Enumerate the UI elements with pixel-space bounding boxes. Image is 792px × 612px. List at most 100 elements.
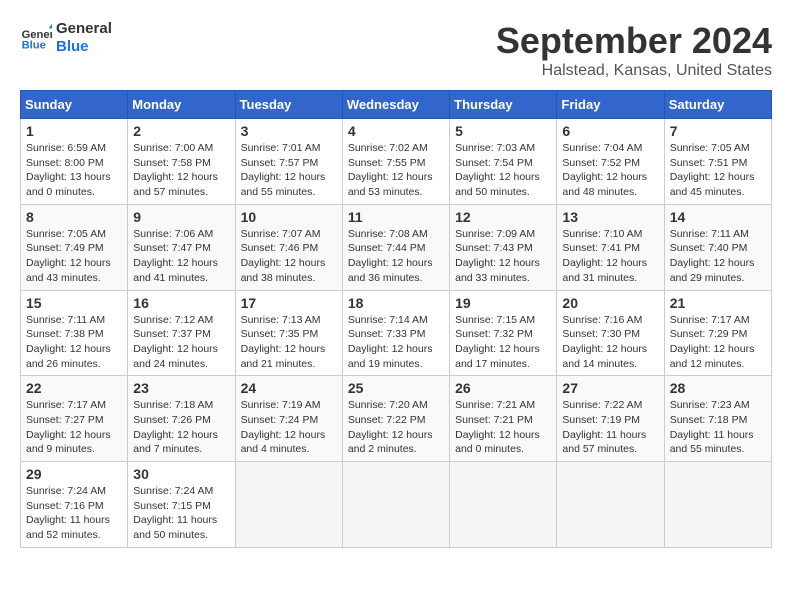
day-number: 4: [348, 123, 444, 139]
day-info: Sunrise: 7:07 AM Sunset: 7:46 PM Dayligh…: [241, 227, 337, 286]
day-info: Sunrise: 7:05 AM Sunset: 7:51 PM Dayligh…: [670, 141, 766, 200]
weekday-header-thursday: Thursday: [450, 91, 557, 119]
day-number: 18: [348, 295, 444, 311]
day-number: 12: [455, 209, 551, 225]
logo-icon: General Blue: [20, 22, 52, 54]
day-info: Sunrise: 7:08 AM Sunset: 7:44 PM Dayligh…: [348, 227, 444, 286]
day-number: 22: [26, 380, 122, 396]
day-number: 13: [562, 209, 658, 225]
calendar-cell: 22 Sunrise: 7:17 AM Sunset: 7:27 PM Dayli…: [21, 376, 128, 462]
day-number: 5: [455, 123, 551, 139]
day-number: 11: [348, 209, 444, 225]
weekday-header-row: SundayMondayTuesdayWednesdayThursdayFrid…: [21, 91, 772, 119]
calendar-cell: 13 Sunrise: 7:10 AM Sunset: 7:41 PM Dayli…: [557, 204, 664, 290]
calendar-cell: 28Sunrise: 7:23 AM Sunset: 7:18 PM Dayli…: [664, 376, 771, 462]
calendar-cell: 20 Sunrise: 7:16 AM Sunset: 7:30 PM Dayli…: [557, 290, 664, 376]
day-number: 6: [562, 123, 658, 139]
day-info: Sunrise: 7:17 AM Sunset: 7:29 PM Dayligh…: [670, 313, 766, 372]
day-info: Sunrise: 7:02 AM Sunset: 7:55 PM Dayligh…: [348, 141, 444, 200]
calendar-cell: 3 Sunrise: 7:01 AM Sunset: 7:57 PM Daylig…: [235, 119, 342, 205]
calendar-cell: 4 Sunrise: 7:02 AM Sunset: 7:55 PM Daylig…: [342, 119, 449, 205]
day-info: Sunrise: 7:06 AM Sunset: 7:47 PM Dayligh…: [133, 227, 229, 286]
day-info: Sunrise: 7:01 AM Sunset: 7:57 PM Dayligh…: [241, 141, 337, 200]
day-info: Sunrise: 7:04 AM Sunset: 7:52 PM Dayligh…: [562, 141, 658, 200]
day-number: 28: [670, 380, 766, 396]
weekday-header-saturday: Saturday: [664, 91, 771, 119]
calendar-cell: [342, 462, 449, 548]
day-number: 26: [455, 380, 551, 396]
day-number: 19: [455, 295, 551, 311]
week-row-1: 1Sunrise: 6:59 AM Sunset: 8:00 PM Daylig…: [21, 119, 772, 205]
day-number: 10: [241, 209, 337, 225]
calendar-cell: [450, 462, 557, 548]
day-number: 7: [670, 123, 766, 139]
calendar-cell: 16 Sunrise: 7:12 AM Sunset: 7:37 PM Dayli…: [128, 290, 235, 376]
day-info: Sunrise: 7:03 AM Sunset: 7:54 PM Dayligh…: [455, 141, 551, 200]
calendar-cell: 15Sunrise: 7:11 AM Sunset: 7:38 PM Dayli…: [21, 290, 128, 376]
calendar-cell: 14Sunrise: 7:11 AM Sunset: 7:40 PM Dayli…: [664, 204, 771, 290]
calendar-cell: 9 Sunrise: 7:06 AM Sunset: 7:47 PM Daylig…: [128, 204, 235, 290]
day-info: Sunrise: 7:05 AM Sunset: 7:49 PM Dayligh…: [26, 227, 122, 286]
day-number: 3: [241, 123, 337, 139]
calendar-cell: 29 Sunrise: 7:24 AM Sunset: 7:16 PM Dayli…: [21, 462, 128, 548]
day-info: Sunrise: 7:00 AM Sunset: 7:58 PM Dayligh…: [133, 141, 229, 200]
calendar-cell: 17 Sunrise: 7:13 AM Sunset: 7:35 PM Dayli…: [235, 290, 342, 376]
day-number: 20: [562, 295, 658, 311]
day-info: Sunrise: 7:10 AM Sunset: 7:41 PM Dayligh…: [562, 227, 658, 286]
day-info: Sunrise: 7:18 AM Sunset: 7:26 PM Dayligh…: [133, 398, 229, 457]
day-number: 16: [133, 295, 229, 311]
day-number: 14: [670, 209, 766, 225]
day-number: 29: [26, 466, 122, 482]
logo-blue-text: Blue: [56, 38, 112, 56]
day-number: 30: [133, 466, 229, 482]
calendar-cell: 26 Sunrise: 7:21 AM Sunset: 7:21 PM Dayli…: [450, 376, 557, 462]
calendar-cell: 25Sunrise: 7:20 AM Sunset: 7:22 PM Dayli…: [342, 376, 449, 462]
calendar-cell: 6 Sunrise: 7:04 AM Sunset: 7:52 PM Daylig…: [557, 119, 664, 205]
page-header: General Blue General Blue September 2024…: [20, 20, 772, 80]
calendar-cell: 18 Sunrise: 7:14 AM Sunset: 7:33 PM Dayli…: [342, 290, 449, 376]
week-row-2: 8 Sunrise: 7:05 AM Sunset: 7:49 PM Daylig…: [21, 204, 772, 290]
calendar-cell: 21 Sunrise: 7:17 AM Sunset: 7:29 PM Dayli…: [664, 290, 771, 376]
day-number: 17: [241, 295, 337, 311]
calendar-cell: 23 Sunrise: 7:18 AM Sunset: 7:26 PM Dayli…: [128, 376, 235, 462]
day-info: Sunrise: 7:19 AM Sunset: 7:24 PM Dayligh…: [241, 398, 337, 457]
day-info: Sunrise: 7:15 AM Sunset: 7:32 PM Dayligh…: [455, 313, 551, 372]
calendar-cell: 12 Sunrise: 7:09 AM Sunset: 7:43 PM Dayli…: [450, 204, 557, 290]
day-number: 27: [562, 380, 658, 396]
calendar-cell: 5 Sunrise: 7:03 AM Sunset: 7:54 PM Daylig…: [450, 119, 557, 205]
day-number: 24: [241, 380, 337, 396]
calendar-cell: 24 Sunrise: 7:19 AM Sunset: 7:24 PM Dayli…: [235, 376, 342, 462]
day-number: 1: [26, 123, 122, 139]
day-number: 8: [26, 209, 122, 225]
month-title: September 2024: [496, 20, 772, 62]
week-row-5: 29 Sunrise: 7:24 AM Sunset: 7:16 PM Dayli…: [21, 462, 772, 548]
day-info: Sunrise: 7:09 AM Sunset: 7:43 PM Dayligh…: [455, 227, 551, 286]
day-info: Sunrise: 7:16 AM Sunset: 7:30 PM Dayligh…: [562, 313, 658, 372]
title-block: September 2024 Halstead, Kansas, United …: [496, 20, 772, 80]
day-number: 15: [26, 295, 122, 311]
logo-general-text: General: [56, 20, 112, 38]
day-info: Sunrise: 7:21 AM Sunset: 7:21 PM Dayligh…: [455, 398, 551, 457]
day-number: 23: [133, 380, 229, 396]
calendar-cell: [557, 462, 664, 548]
day-number: 21: [670, 295, 766, 311]
calendar-cell: 1Sunrise: 6:59 AM Sunset: 8:00 PM Daylig…: [21, 119, 128, 205]
day-info: Sunrise: 7:12 AM Sunset: 7:37 PM Dayligh…: [133, 313, 229, 372]
day-info: Sunrise: 7:17 AM Sunset: 7:27 PM Dayligh…: [26, 398, 122, 457]
calendar-cell: 30Sunrise: 7:24 AM Sunset: 7:15 PM Dayli…: [128, 462, 235, 548]
calendar-cell: 8 Sunrise: 7:05 AM Sunset: 7:49 PM Daylig…: [21, 204, 128, 290]
calendar-cell: [664, 462, 771, 548]
location: Halstead, Kansas, United States: [496, 62, 772, 80]
weekday-header-monday: Monday: [128, 91, 235, 119]
weekday-header-friday: Friday: [557, 91, 664, 119]
day-info: Sunrise: 7:22 AM Sunset: 7:19 PM Dayligh…: [562, 398, 658, 457]
weekday-header-wednesday: Wednesday: [342, 91, 449, 119]
calendar-cell: [235, 462, 342, 548]
calendar-cell: 27 Sunrise: 7:22 AM Sunset: 7:19 PM Dayli…: [557, 376, 664, 462]
day-info: Sunrise: 7:24 AM Sunset: 7:16 PM Dayligh…: [26, 484, 122, 543]
day-info: Sunrise: 7:13 AM Sunset: 7:35 PM Dayligh…: [241, 313, 337, 372]
calendar-cell: 2Sunrise: 7:00 AM Sunset: 7:58 PM Daylig…: [128, 119, 235, 205]
day-number: 9: [133, 209, 229, 225]
day-info: Sunrise: 7:14 AM Sunset: 7:33 PM Dayligh…: [348, 313, 444, 372]
calendar-cell: 7 Sunrise: 7:05 AM Sunset: 7:51 PM Daylig…: [664, 119, 771, 205]
